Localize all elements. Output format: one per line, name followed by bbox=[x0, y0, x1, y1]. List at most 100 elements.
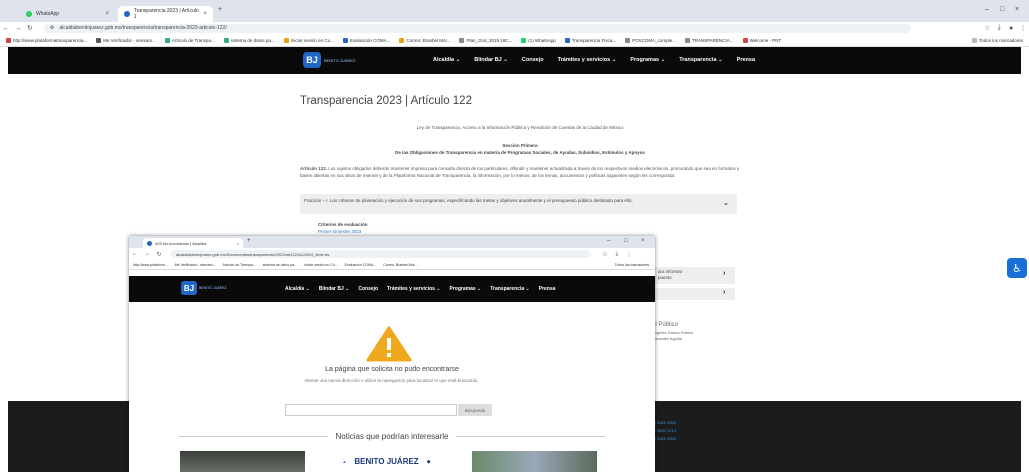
download-icon[interactable]: ⤓ bbox=[993, 24, 1005, 32]
popup-browser-window: 404 No encontrado | Alcaldía × + – □ × ←… bbox=[129, 236, 655, 472]
menu-item-tramites[interactable]: Trámites y servicios ⌄ bbox=[558, 57, 617, 63]
menu-item-consejo[interactable]: Consejo bbox=[522, 57, 544, 63]
criteria-label: Criterios de evaluación bbox=[318, 222, 368, 227]
bookmark[interactable]: Correo: Brasbel Mor... bbox=[399, 37, 450, 43]
star-icon[interactable]: ☆ bbox=[981, 24, 993, 32]
popup-tab-bar: 404 No encontrado | Alcaldía × + – □ × bbox=[129, 236, 655, 248]
error-description: Intente una nueva dirección o utilice la… bbox=[304, 378, 479, 383]
forward-icon[interactable]: → bbox=[12, 25, 24, 32]
criteria-link[interactable]: Primer trimestre 2023 bbox=[318, 228, 368, 235]
bookmark[interactable]: Me Verificador - anexam... bbox=[175, 263, 216, 267]
tab-label: 404 No encontrado | Alcaldía bbox=[155, 240, 207, 246]
maximize-icon[interactable]: □ bbox=[1000, 6, 1004, 13]
download-icon[interactable]: ⤓ bbox=[611, 251, 623, 258]
bookmark[interactable]: http://www.plataform... bbox=[133, 263, 168, 267]
side-info: al Público Ángeles García Huerta Gonzale… bbox=[652, 321, 693, 342]
menu-item-programas[interactable]: Programas ⌄ bbox=[630, 57, 665, 63]
bookmark[interactable]: http://www.plataformatransparencia... bbox=[6, 37, 87, 43]
close-window-icon[interactable]: × bbox=[641, 238, 645, 244]
menu-item-transparencia[interactable]: Transparencia ⌄ bbox=[679, 57, 722, 63]
forward-icon[interactable]: → bbox=[141, 251, 153, 257]
bookmarks-bar: http://www.plataformatransparencia... Me… bbox=[0, 34, 1029, 47]
maximize-icon[interactable]: □ bbox=[624, 238, 628, 244]
reload-icon[interactable]: ↻ bbox=[24, 24, 36, 32]
menu-icon[interactable]: ⋮ bbox=[1017, 24, 1029, 32]
back-icon[interactable]: ← bbox=[129, 251, 141, 257]
bookmark[interactable]: Artículo de Transpa... bbox=[222, 263, 255, 267]
close-icon[interactable]: × bbox=[203, 11, 207, 17]
site-logo[interactable]: BJ BENITO JUÁREZ bbox=[181, 281, 227, 295]
star-icon[interactable]: ☆ bbox=[599, 251, 611, 258]
section-subtitle: De las Obligaciones de Transparencia en … bbox=[395, 150, 645, 155]
accordion-fraccion-i[interactable]: Fracción – I. Los criterios de planeació… bbox=[300, 194, 737, 214]
bookmark[interactable]: Me Verificador - anexam... bbox=[96, 37, 156, 43]
popup-tab[interactable]: 404 No encontrado | Alcaldía × bbox=[143, 238, 243, 248]
chevron-down-icon[interactable]: ⌄ bbox=[723, 199, 729, 207]
browser-tab-bar: WhatsApp × Transparencia 2023 | Artículo… bbox=[0, 0, 1029, 22]
news-heading: Noticias que podrían interesarle bbox=[335, 432, 449, 441]
menu-item-transparencia[interactable]: Transparencia ⌄ bbox=[490, 286, 530, 292]
bookmark[interactable]: Evaluación COMA... bbox=[345, 263, 377, 267]
popup-url-field[interactable]: alcaldiabenitojuarez.gob.mx/Documentos/t… bbox=[171, 250, 591, 258]
menu-item-programas[interactable]: Programas ⌄ bbox=[450, 286, 482, 292]
bookmark[interactable]: (1) WhatsApp bbox=[521, 37, 556, 43]
chevron-right-icon[interactable]: › bbox=[723, 270, 725, 277]
news-thumbnail[interactable] bbox=[180, 451, 305, 472]
menu-icon[interactable]: ⋮ bbox=[623, 251, 635, 258]
law-title: Ley de Transparencia, Acceso a la Inform… bbox=[416, 125, 624, 130]
menu-item-blindar[interactable]: Blindar BJ ⌄ bbox=[319, 286, 350, 292]
profile-icon[interactable]: ● bbox=[1005, 25, 1017, 32]
tab-whatsapp[interactable]: WhatsApp × bbox=[20, 6, 115, 22]
search-input[interactable] bbox=[285, 404, 457, 416]
news-brand: BENITO JUÁREZ bbox=[354, 457, 419, 466]
close-icon[interactable]: × bbox=[237, 241, 239, 246]
back-icon[interactable]: ← bbox=[0, 25, 12, 32]
bookmark[interactable]: Artículo de Transpa... bbox=[164, 37, 215, 43]
bookmark[interactable]: Transparencia Fisca... bbox=[564, 37, 616, 43]
new-tab-icon[interactable]: + bbox=[247, 238, 251, 244]
tab-transparencia[interactable]: Transparencia 2023 | Artículo 1 × bbox=[118, 6, 213, 22]
main-content: Transparencia 2023 | Artículo 122 Ley de… bbox=[300, 95, 740, 234]
menu-item-blindar[interactable]: Blindar BJ ⌄ bbox=[474, 57, 508, 63]
search-button[interactable]: Búsqueda bbox=[458, 404, 492, 416]
url-field[interactable]: ⚙ alcaldiabenitojuarez.gob.mx/transparen… bbox=[43, 23, 912, 33]
menu-item-alcaldia[interactable]: Alcaldía ⌄ bbox=[285, 286, 310, 292]
seal-icon: ◆ bbox=[426, 458, 431, 465]
article-text: Artículo 122. Los sujetos obligados debe… bbox=[300, 165, 740, 179]
menu-item-alcaldia[interactable]: Alcaldía ⌄ bbox=[433, 57, 460, 63]
news-thumbnail[interactable] bbox=[472, 451, 597, 472]
chevron-right-icon[interactable]: › bbox=[723, 289, 725, 296]
reload-icon[interactable]: ↻ bbox=[153, 251, 165, 258]
bookmark[interactable]: sistema de datos pa... bbox=[263, 263, 297, 267]
accessibility-icon[interactable]: ♿ bbox=[1007, 258, 1027, 278]
bookmark[interactable]: Welcome - PNT bbox=[742, 37, 781, 43]
bookmark[interactable]: Iniciar sesión en Cu... bbox=[304, 263, 338, 267]
whatsapp-icon bbox=[26, 11, 32, 17]
bookmark[interactable]: Evaluación COMA... bbox=[342, 37, 390, 43]
minimize-icon[interactable]: – bbox=[985, 6, 989, 13]
menu-item-tramites[interactable]: Trámites y servicios ⌄ bbox=[387, 286, 440, 292]
news-thumbnail[interactable]: ▲ BENITO JUÁREZ ◆ bbox=[324, 451, 449, 472]
bookmark[interactable]: Iniciar sesión en Cu... bbox=[283, 37, 334, 43]
bookmark[interactable]: sistema de datos pa... bbox=[223, 37, 275, 43]
warning-icon bbox=[366, 326, 412, 362]
side-title: al Público bbox=[652, 322, 679, 328]
row-label: puesto bbox=[658, 275, 672, 280]
all-bookmarks[interactable]: Todos los marcadores bbox=[971, 37, 1029, 43]
tab-label: WhatsApp bbox=[36, 11, 60, 17]
site-info-icon[interactable]: ⚙ bbox=[50, 25, 54, 31]
bookmark[interactable]: Correo: Brasbel Mor... bbox=[383, 263, 417, 267]
close-icon[interactable]: × bbox=[105, 11, 109, 17]
bookmark[interactable]: TRANSPARENCIA... bbox=[684, 37, 734, 43]
close-window-icon[interactable]: × bbox=[1015, 6, 1019, 13]
menu-item-consejo[interactable]: Consejo bbox=[358, 286, 378, 292]
menu-item-prensa[interactable]: Prensa bbox=[539, 286, 556, 292]
all-bookmarks[interactable]: Todos los marcadores bbox=[615, 263, 655, 267]
site-logo[interactable]: BJ BENITO JUÁREZ bbox=[303, 52, 356, 68]
bookmark[interactable]: Plan_Gral_2019 18C... bbox=[459, 37, 512, 43]
url-text: alcaldiabenitojuarez.gob.mx/transparenci… bbox=[59, 25, 227, 31]
new-tab-icon[interactable]: + bbox=[218, 6, 222, 13]
bookmark[interactable]: POSCOMA_comple... bbox=[625, 37, 676, 43]
menu-item-prensa[interactable]: Prensa bbox=[737, 57, 755, 63]
minimize-icon[interactable]: – bbox=[607, 238, 610, 244]
